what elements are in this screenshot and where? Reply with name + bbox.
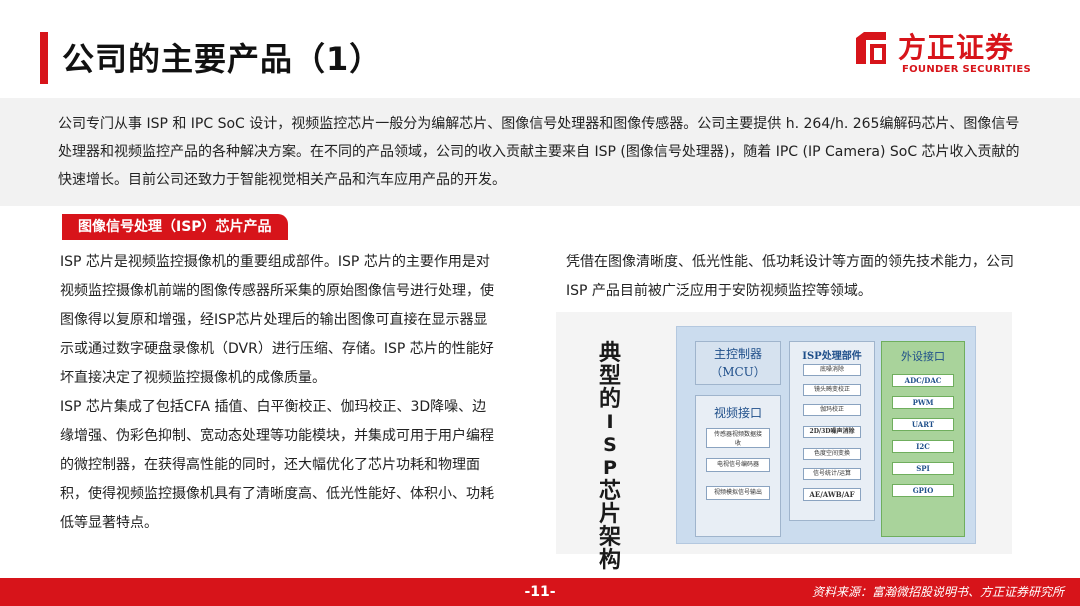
figure-vertical-label: 典 型 的 I S P 芯 片 架 构 xyxy=(596,342,624,572)
vertical-char: 的 xyxy=(598,387,621,412)
vertical-char: 型 xyxy=(598,364,621,389)
isp-item: 底噪消除 xyxy=(803,364,861,376)
vertical-char: 构 xyxy=(598,548,621,573)
peripheral-item: PWM xyxy=(892,396,954,409)
mcu-block: 主控制器 （MCU） xyxy=(695,341,781,385)
vertical-char: 芯 xyxy=(598,479,621,504)
peripheral-interface-title: 外设接口 xyxy=(901,350,945,363)
section-label: 图像信号处理（ISP）芯片产品 xyxy=(62,214,288,240)
vertical-char: S xyxy=(603,434,617,456)
peripheral-item: I2C xyxy=(892,440,954,453)
intro-text: 公司专门从事 ISP 和 IPC SoC 设计，视频监控芯片一般分为编解芯片、图… xyxy=(58,116,1020,188)
mcu-sublabel: （MCU） xyxy=(710,365,766,379)
peripheral-item: SPI xyxy=(892,462,954,475)
video-interface-block: 视频接口 传感器视频数据接收 电视信号编码器 视频模拟信号输出 xyxy=(695,395,781,537)
isp-processing-title: ISP处理部件 xyxy=(802,351,862,362)
isp-item: 镜头畸变校正 xyxy=(803,384,861,396)
left-column: ISP 芯片是视频监控摄像机的重要组成部件。ISP 芯片的主要作用是对视频监控摄… xyxy=(60,248,496,538)
video-item: 电视信号编码器 xyxy=(706,458,770,472)
page-title: 公司的主要产品（1） xyxy=(62,40,383,78)
left-paragraph-1: ISP 芯片是视频监控摄像机的重要组成部件。ISP 芯片的主要作用是对视频监控摄… xyxy=(60,254,494,386)
vertical-char: P xyxy=(603,457,617,479)
intro-panel: 公司专门从事 ISP 和 IPC SoC 设计，视频监控芯片一般分为编解芯片、图… xyxy=(0,98,1080,206)
isp-architecture-diagram: 主控制器 （MCU） 视频接口 传感器视频数据接收 电视信号编码器 视频模拟信号… xyxy=(676,326,976,544)
right-column-text: 凭借在图像清晰度、低光性能、低功耗设计等方面的领先技术能力，公司ISP 产品目前… xyxy=(566,254,1014,299)
video-interface-title: 视频接口 xyxy=(713,406,762,420)
video-item: 传感器视频数据接收 xyxy=(706,428,770,448)
peripheral-item: ADC/DAC xyxy=(892,374,954,387)
isp-processing-block: ISP处理部件 底噪消除 镜头畸变校正 伽玛校正 2D/3D噪声消除 色度空间变… xyxy=(789,341,875,521)
vertical-char: I xyxy=(606,411,614,433)
peripheral-item: UART xyxy=(892,418,954,431)
isp-item: 色度空间变换 xyxy=(803,448,861,460)
isp-item: 伽玛校正 xyxy=(803,404,861,416)
logo-text-cn: 方正证券 xyxy=(898,31,1015,64)
peripheral-item: GPIO xyxy=(892,484,954,497)
title-accent-bar xyxy=(40,32,48,84)
isp-item: AE/AWB/AF xyxy=(803,488,861,501)
isp-item: 2D/3D噪声消除 xyxy=(803,426,861,438)
vertical-char: 典 xyxy=(598,341,621,366)
video-item: 视频模拟信号输出 xyxy=(706,486,770,500)
isp-item: 信号统计/运算 xyxy=(803,468,861,480)
vertical-char: 片 xyxy=(598,502,621,527)
founder-logo-icon xyxy=(856,32,886,64)
company-logo: 方正证券 FOUNDER SECURITIES xyxy=(852,28,1032,80)
footer-bar: -11- 资料来源：富瀚微招股说明书、方正证券研究所 xyxy=(0,578,1080,606)
isp-architecture-figure: 典 型 的 I S P 芯 片 架 构 主控制器 （MCU） 视频接口 传感器视… xyxy=(556,312,1012,572)
mcu-label: 主控制器 xyxy=(713,347,762,361)
logo-text-en: FOUNDER SECURITIES xyxy=(902,64,1032,75)
vertical-char: 架 xyxy=(598,525,621,550)
source-note: 资料来源：富瀚微招股说明书、方正证券研究所 xyxy=(811,585,1064,599)
peripheral-interface-block: 外设接口 ADC/DAC PWM UART I2C SPI GPIO xyxy=(881,341,965,537)
left-paragraph-2: ISP 芯片集成了包括CFA 插值、白平衡校正、伽玛校正、3D降噪、边缘增强、伪… xyxy=(60,399,494,531)
